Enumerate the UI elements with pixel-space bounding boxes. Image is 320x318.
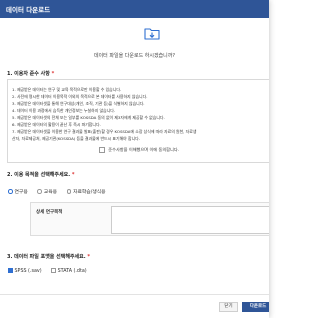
term-note: 3. 제공받은 데이터셋을 통해 연구대상(개인, 조직, 기관 등)을 식별하… [12,101,145,106]
folder-download-icon [144,28,160,40]
term-note: 4. 데이터 이용 과정에서 습득한 개인정보는 누설하지 않습니다. [12,108,116,113]
agree-checkbox-row[interactable]: 준수사항을 이해했으며 이에 동의합니다. [8,147,269,153]
section1-title: 1. 이용자 준수 사항 * [7,70,54,77]
section1-title-text: 1. 이용자 준수 사항 [7,71,50,77]
term-note: 산자, 자료제공처, 제공기관(KOSSDA) 등을 결과물에 반드시 표기해야… [12,136,140,141]
format-option-stata[interactable]: STATA (.dta) [51,268,87,274]
detail-purpose-textarea[interactable] [111,206,269,234]
dialog-header: 데이터 다운로드 [0,0,269,18]
checkbox-icon[interactable] [8,268,13,273]
agree-label: 준수사항을 이해했으며 이에 동의합니다. [108,147,180,152]
close-button[interactable]: 닫기 [219,302,238,312]
section2-title: 2. 이용 목적을 선택해주세요. * [7,171,74,178]
section2-title-text: 2. 이용 목적을 선택해주세요. [7,172,71,178]
dialog-title: 데이터 다운로드 [6,6,51,14]
purpose-option-label: 자료학습/생식용 [73,190,106,195]
radio-icon[interactable] [8,189,13,194]
radio-icon[interactable] [37,189,42,194]
download-dialog: 데이터 다운로드 데이터 파일을 다운로드 하시겠습니까? 1. 이용자 준수 … [0,0,269,318]
term-note: 1. 제공받은 데이터는 연구 및 교육 목적으로만 이용할 수 있습니다. [12,87,122,92]
detail-purpose-label: 상세 연구목적 [36,210,63,215]
confirm-message: 데이터 파일을 다운로드 하시겠습니까? [93,53,176,59]
required-mark: * [71,172,75,178]
section3-title: 3. 데이터 파일 포맷을 선택해주세요. * [7,253,90,260]
purpose-option-education[interactable]: 교육용 [37,188,57,195]
term-note: 2. 사전에 명시한 데이터 이용목적 이외의 목적으로 본 데이터를 사용하지… [12,94,148,99]
format-checkbox-group: SPSS (.sav) STATA (.dta) [8,268,95,274]
purpose-option-label: 연구용 [14,190,28,195]
purpose-option-study[interactable]: 자료학습/생식용 [66,188,106,195]
agree-checkbox[interactable] [98,147,105,153]
download-button[interactable]: 다운로드 [242,302,269,312]
purpose-option-label: 교육용 [43,190,58,195]
radio-icon[interactable] [66,189,72,194]
term-note: 7. 제공받은 데이터셋을 이용한 연구 결과물 발표(출판)할 경우 KOSS… [12,129,197,134]
section3-title-text: 3. 데이터 파일 포맷을 선택해주세요. [7,254,86,260]
checkbox-icon[interactable] [51,268,56,273]
purpose-option-research[interactable]: 연구용 [8,188,28,195]
term-note: 5. 제공받은 데이터셋의 전체 또는 일부를 KOSSDA 동의 없이 제3자… [12,115,165,120]
detail-purpose-row: 상세 연구목적 [30,202,269,236]
footer-divider [0,294,269,295]
term-note: 6. 제공받은 데이터의 활용이 끝난 후 즉시 파기합니다. [12,122,101,127]
format-option-label: SPSS (.sav) [14,268,42,274]
required-mark: * [51,71,55,77]
terms-box: 1. 제공받은 데이터는 연구 및 교육 목적으로만 이용할 수 있습니다. 2… [7,79,269,163]
format-option-label: STATA (.dta) [57,268,87,274]
required-mark: * [87,254,91,260]
purpose-radio-group: 연구용 교육용 자료학습/생식용 [8,188,114,195]
format-option-spss[interactable]: SPSS (.sav) [8,268,42,274]
